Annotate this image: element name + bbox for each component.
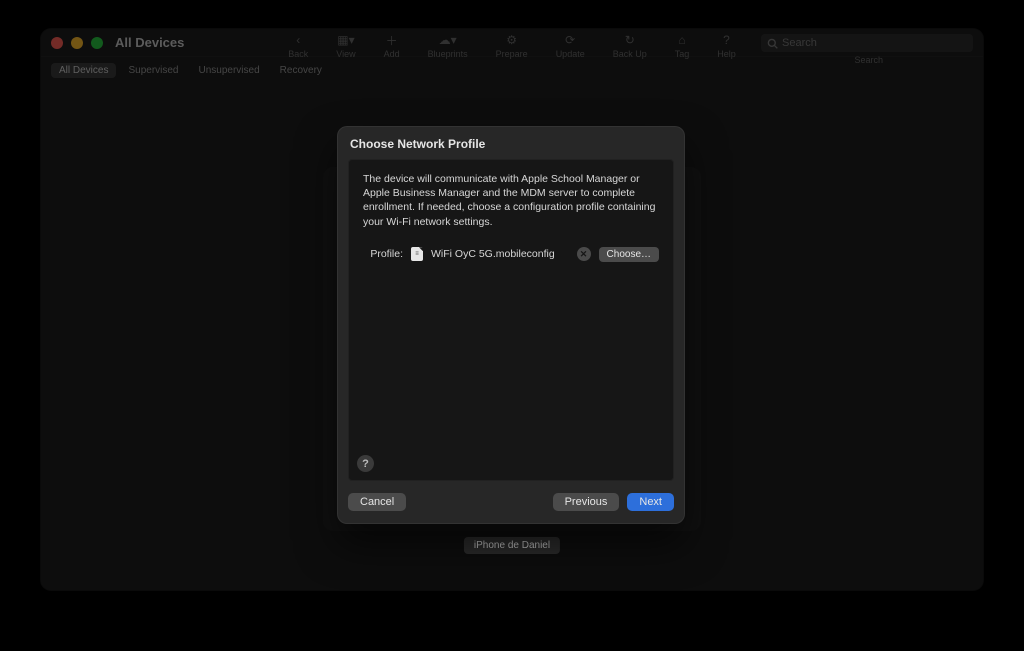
toolbar-label: Blueprints <box>428 49 468 59</box>
search-placeholder: Search <box>782 37 817 49</box>
choose-profile-button[interactable]: Choose… <box>599 247 659 262</box>
toolbar-add-button[interactable]: ＋ Add <box>384 33 400 59</box>
toolbar-label: Back Up <box>613 49 647 59</box>
next-button[interactable]: Next <box>627 493 674 511</box>
toolbar-label: Help <box>717 49 736 59</box>
profile-label: Profile: <box>363 248 403 260</box>
help-icon: ? <box>723 33 730 47</box>
filter-unsupervised[interactable]: Unsupervised <box>191 63 268 78</box>
toolbar-label: Prepare <box>496 49 528 59</box>
toolbar-label: View <box>336 49 355 59</box>
profile-filename: WiFi OyC 5G.mobileconfig <box>431 248 569 260</box>
toolbar-update-button[interactable]: ⟳ Update <box>556 33 585 59</box>
filter-bar: All Devices Supervised Unsupervised Reco… <box>51 63 330 78</box>
choose-network-profile-sheet: Choose Network Profile The device will c… <box>337 126 685 524</box>
toolbar-tag-button[interactable]: ⌂ Tag <box>675 33 690 59</box>
sheet-title: Choose Network Profile <box>338 127 684 159</box>
sheet-body: The device will communicate with Apple S… <box>348 159 674 481</box>
sheet-description: The device will communicate with Apple S… <box>363 172 659 229</box>
search-icon <box>767 38 778 49</box>
toolbar-backup-button[interactable]: ↻ Back Up <box>613 33 647 59</box>
chevron-left-icon: ‹ <box>296 33 300 47</box>
clear-profile-button[interactable]: ✕ <box>577 247 591 261</box>
toolbar-label: Tag <box>675 49 690 59</box>
toolbar-view-button[interactable]: ▦▾ View <box>336 33 355 59</box>
app-window: All Devices ‹ Back ▦▾ View ＋ Add ☁▾ Blue… <box>41 29 983 590</box>
filter-recovery[interactable]: Recovery <box>272 63 330 78</box>
backup-icon: ↻ <box>625 33 635 47</box>
filter-supervised[interactable]: Supervised <box>120 63 186 78</box>
sheet-footer: Cancel Previous Next <box>338 481 684 523</box>
blueprints-icon: ☁▾ <box>439 33 457 47</box>
toolbar-blueprints-button[interactable]: ☁▾ Blueprints <box>428 33 468 59</box>
toolbar-prepare-button[interactable]: ⚙ Prepare <box>496 33 528 59</box>
help-button[interactable]: ? <box>357 455 374 472</box>
gear-icon: ⚙ <box>506 33 517 47</box>
search-label: Search <box>854 55 883 65</box>
previous-button[interactable]: Previous <box>553 493 620 511</box>
tag-icon: ⌂ <box>678 33 685 47</box>
plus-icon: ＋ <box>386 33 398 47</box>
toolbar-back-button[interactable]: ‹ Back <box>288 33 308 59</box>
search-input[interactable]: Search <box>761 34 973 52</box>
refresh-icon: ⟳ <box>565 33 575 47</box>
device-name-label[interactable]: iPhone de Daniel <box>464 537 560 554</box>
mobileconfig-file-icon: ≡ <box>411 247 423 261</box>
close-icon: ✕ <box>580 249 588 260</box>
toolbar-help-button[interactable]: ? Help <box>717 33 736 59</box>
toolbar-label: Update <box>556 49 585 59</box>
profile-row: Profile: ≡ WiFi OyC 5G.mobileconfig ✕ Ch… <box>363 247 659 262</box>
toolbar-label: Add <box>384 49 400 59</box>
toolbar-label: Back <box>288 49 308 59</box>
grid-icon: ▦▾ <box>337 33 354 47</box>
filter-all-devices[interactable]: All Devices <box>51 63 116 78</box>
cancel-button[interactable]: Cancel <box>348 493 406 511</box>
